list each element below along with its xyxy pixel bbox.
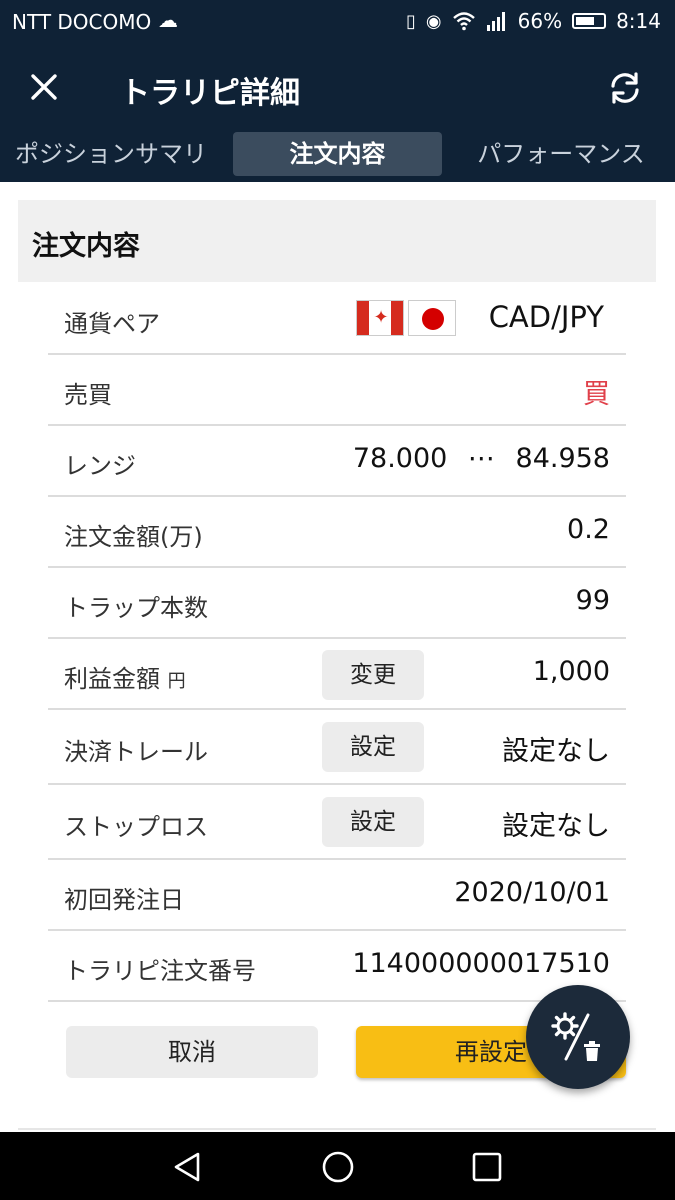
row-side: 売買 買 — [48, 355, 626, 426]
currency-pair-label: 通貨ペア — [64, 310, 160, 338]
section-header: 注文内容 — [18, 200, 656, 282]
battery-icon — [572, 13, 607, 29]
row-currency-pair: 通貨ペア ✦ CAD/JPY — [48, 284, 626, 355]
row-profit-amount: 利益金額 円 変更 1,000 — [48, 639, 626, 710]
trap-count-label: トラップ本数 — [64, 594, 208, 622]
app-bar: トラリピ詳細 — [0, 46, 675, 132]
tab-position-summary[interactable]: ポジションサマリ — [6, 132, 216, 176]
clock: 8:14 — [616, 9, 661, 33]
tab-order-details[interactable]: 注文内容 — [233, 132, 442, 176]
profit-amount-label-text: 利益金額 — [64, 665, 160, 693]
refresh-button[interactable] — [605, 68, 645, 108]
row-settlement-trail: 決済トレール 設定 設定なし — [48, 710, 626, 785]
settings-delete-fab[interactable] — [526, 985, 630, 1089]
currency-flags: ✦ — [356, 300, 456, 336]
row-stop-loss: ストップロス 設定 設定なし — [48, 785, 626, 860]
refresh-icon — [611, 72, 639, 104]
change-profit-button[interactable]: 変更 — [322, 650, 424, 700]
stop-loss-value: 設定なし — [502, 811, 610, 842]
stop-loss-label: ストップロス — [64, 813, 208, 841]
order-amount-value: 0.2 — [567, 514, 610, 545]
order-detail-list: 通貨ペア ✦ CAD/JPY 売買 買 レンジ 78.000 ⋯ 84.958 … — [48, 284, 626, 1002]
order-amount-unit: (万) — [160, 523, 203, 551]
gear-trash-icon — [551, 1012, 600, 1061]
section-title: 注文内容 — [32, 231, 140, 262]
signal-icon — [486, 12, 505, 31]
settlement-trail-label: 決済トレール — [64, 738, 208, 766]
currency-pair-value: CAD/JPY — [488, 300, 604, 334]
page-title: トラリピ詳細 — [120, 76, 300, 111]
side-label: 売買 — [64, 381, 112, 409]
first-order-date-value: 2020/10/01 — [454, 877, 610, 908]
trap-count-value: 99 — [575, 585, 610, 616]
order-amount-label: 注文金額(万) — [64, 517, 203, 552]
range-high: 84.958 — [515, 443, 610, 474]
system-nav-bar — [0, 1132, 675, 1200]
row-trap-count: トラップ本数 99 — [48, 568, 626, 639]
row-first-order-date: 初回発注日 2020/10/01 — [48, 860, 626, 931]
status-icons: ▯ ◉ 66% 8:14 — [406, 9, 661, 33]
row-range: レンジ 78.000 ⋯ 84.958 — [48, 426, 626, 497]
eye-icon: ◉ — [425, 10, 442, 32]
range-low: 78.000 — [352, 443, 448, 474]
range-value: 78.000 ⋯ 84.958 — [353, 443, 610, 474]
japan-flag-icon — [408, 300, 456, 336]
profit-amount-value: 1,000 — [532, 656, 610, 687]
battery-percent: 66% — [517, 9, 563, 33]
wifi-icon — [452, 12, 475, 31]
tab-performance[interactable]: パフォーマンス — [470, 132, 652, 176]
order-number-value: 1140000000175​10 — [352, 948, 610, 979]
status-bar: NTT DOCOMO ☁ ▯ ◉ 66% 8:14 — [0, 0, 675, 46]
vibrate-icon: ▯ — [406, 10, 416, 32]
close-button[interactable] — [26, 66, 62, 106]
set-stop-loss-button[interactable]: 設定 — [322, 797, 424, 847]
set-trail-button[interactable]: 設定 — [322, 722, 424, 772]
range-label: レンジ — [64, 452, 136, 480]
back-icon[interactable] — [170, 1150, 204, 1184]
row-order-amount: 注文金額(万) 0.2 — [48, 497, 626, 568]
settlement-trail-value: 設定なし — [502, 736, 610, 767]
side-value: 買 — [583, 379, 610, 410]
profit-amount-unit: 円 — [167, 671, 186, 692]
cloud-icon: ☁ — [158, 8, 178, 32]
recent-apps-icon[interactable] — [471, 1151, 503, 1183]
profit-amount-label: 利益金額 円 — [64, 659, 186, 694]
carrier-name: NTT DOCOMO — [12, 10, 152, 34]
tab-bar: ポジションサマリ 注文内容 パフォーマンス — [0, 132, 675, 182]
home-icon[interactable] — [320, 1149, 356, 1185]
first-order-date-label: 初回発注日 — [64, 886, 184, 914]
canada-flag-icon: ✦ — [356, 300, 404, 336]
range-separator: ⋯ — [467, 443, 495, 474]
bottom-divider — [18, 1128, 656, 1130]
close-icon — [31, 74, 57, 100]
order-amount-label-text: 注文金額 — [64, 523, 160, 551]
order-number-label: トラリピ注文番号 — [64, 957, 256, 985]
cancel-button[interactable]: 取消 — [66, 1026, 318, 1078]
